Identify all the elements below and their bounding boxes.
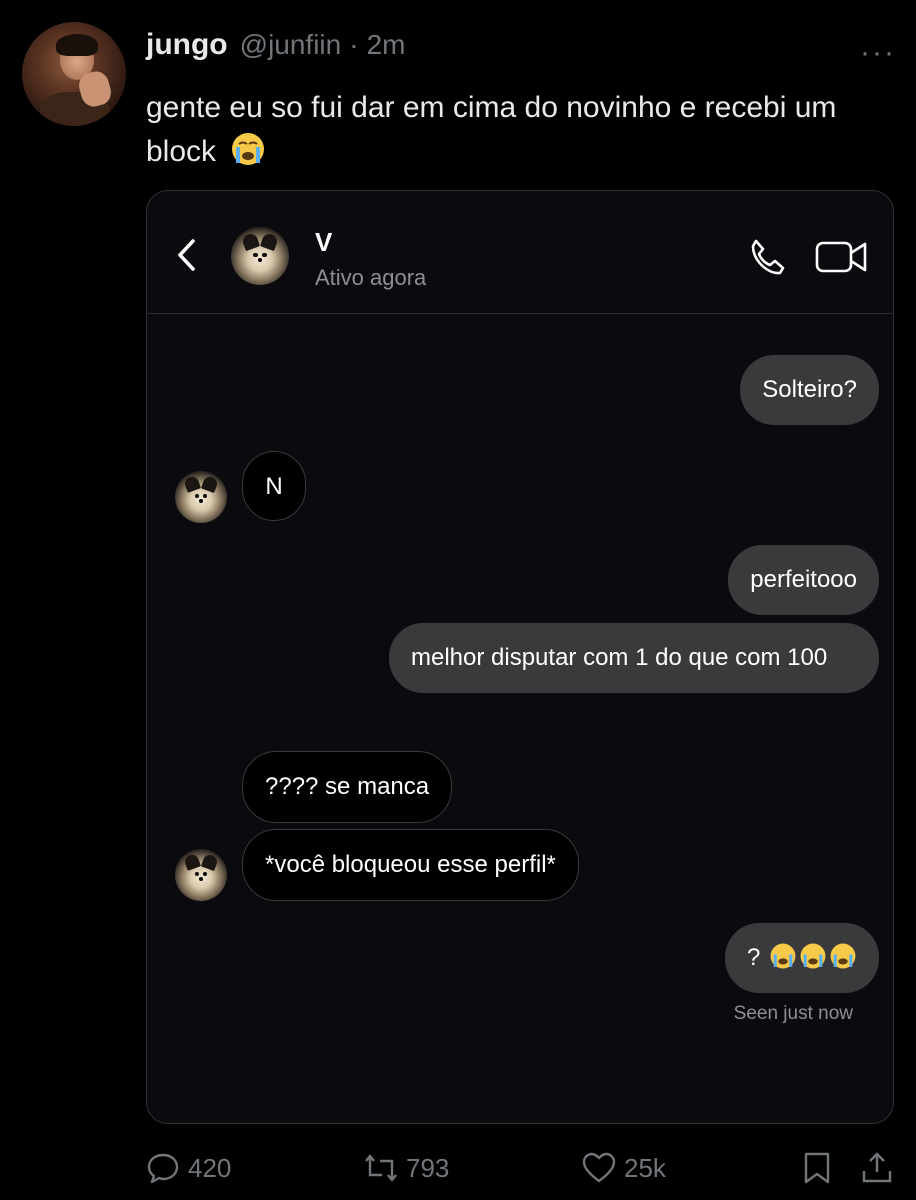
author-name[interactable]: jungo xyxy=(146,28,228,62)
back-chevron-icon xyxy=(178,239,195,271)
like-button[interactable]: 25k xyxy=(582,1146,666,1190)
seen-status: Seen just now xyxy=(733,1003,853,1024)
reply-button[interactable]: 420 xyxy=(146,1146,231,1190)
message-bubble-outgoing: Solteiro? xyxy=(740,355,879,425)
dm-header: V Ativo agora xyxy=(147,191,893,314)
message-text: ? xyxy=(746,944,761,971)
bookmark-icon xyxy=(804,1152,830,1184)
phone-icon xyxy=(751,239,785,275)
embedded-dm-screenshot[interactable]: V Ativo agora Solteiro? N perfeitooo mel… xyxy=(146,190,894,1124)
loudly-crying-emoji-icon xyxy=(770,943,796,969)
loudly-crying-emoji-icon xyxy=(800,943,826,969)
video-call-icon xyxy=(815,241,867,273)
retweet-count: 793 xyxy=(406,1152,450,1183)
tweet-text: gente eu so fui dar em cima do novinho e… xyxy=(146,86,886,174)
contact-status: Ativo agora xyxy=(315,265,427,290)
contact-avatar xyxy=(231,227,289,285)
contact-name: V xyxy=(315,227,333,257)
heart-icon xyxy=(582,1152,616,1183)
message-bubble-outgoing: ? xyxy=(724,923,879,993)
retweet-icon xyxy=(365,1154,397,1182)
message-bubble-outgoing: perfeitooo xyxy=(728,545,879,615)
bookmark-button[interactable] xyxy=(800,1146,834,1190)
share-icon xyxy=(862,1152,892,1183)
loudly-crying-emoji-icon xyxy=(830,943,856,969)
author-avatar[interactable] xyxy=(22,22,126,126)
contact-avatar-small xyxy=(175,471,227,523)
separator-dot: · xyxy=(349,29,359,60)
message-bubble-outgoing: melhor disputar com 1 do que com 100 xyxy=(389,623,879,693)
message-bubble-incoming: N xyxy=(242,451,306,521)
author-handle[interactable]: @junfiin xyxy=(240,29,342,61)
tweet-timestamp[interactable]: 2m xyxy=(367,29,406,61)
tweet-actions: 420 793 25k xyxy=(146,1146,906,1190)
more-horizontal-icon[interactable]: ··· xyxy=(860,36,896,70)
contact-avatar-small xyxy=(175,849,227,901)
tweet: jungo @junfiin · 2m ··· gente eu so fui … xyxy=(0,0,916,1200)
reply-count: 420 xyxy=(188,1152,232,1183)
retweet-button[interactable]: 793 xyxy=(364,1146,449,1190)
share-button[interactable] xyxy=(860,1146,894,1190)
reply-icon xyxy=(147,1153,179,1184)
like-count: 25k xyxy=(624,1152,666,1183)
tweet-header: jungo @junfiin · 2m xyxy=(146,28,405,68)
message-bubble-incoming: *você bloqueou esse perfil* xyxy=(242,829,579,901)
message-bubble-incoming: ???? se manca xyxy=(242,751,453,823)
loudly-crying-emoji-icon xyxy=(232,133,265,165)
